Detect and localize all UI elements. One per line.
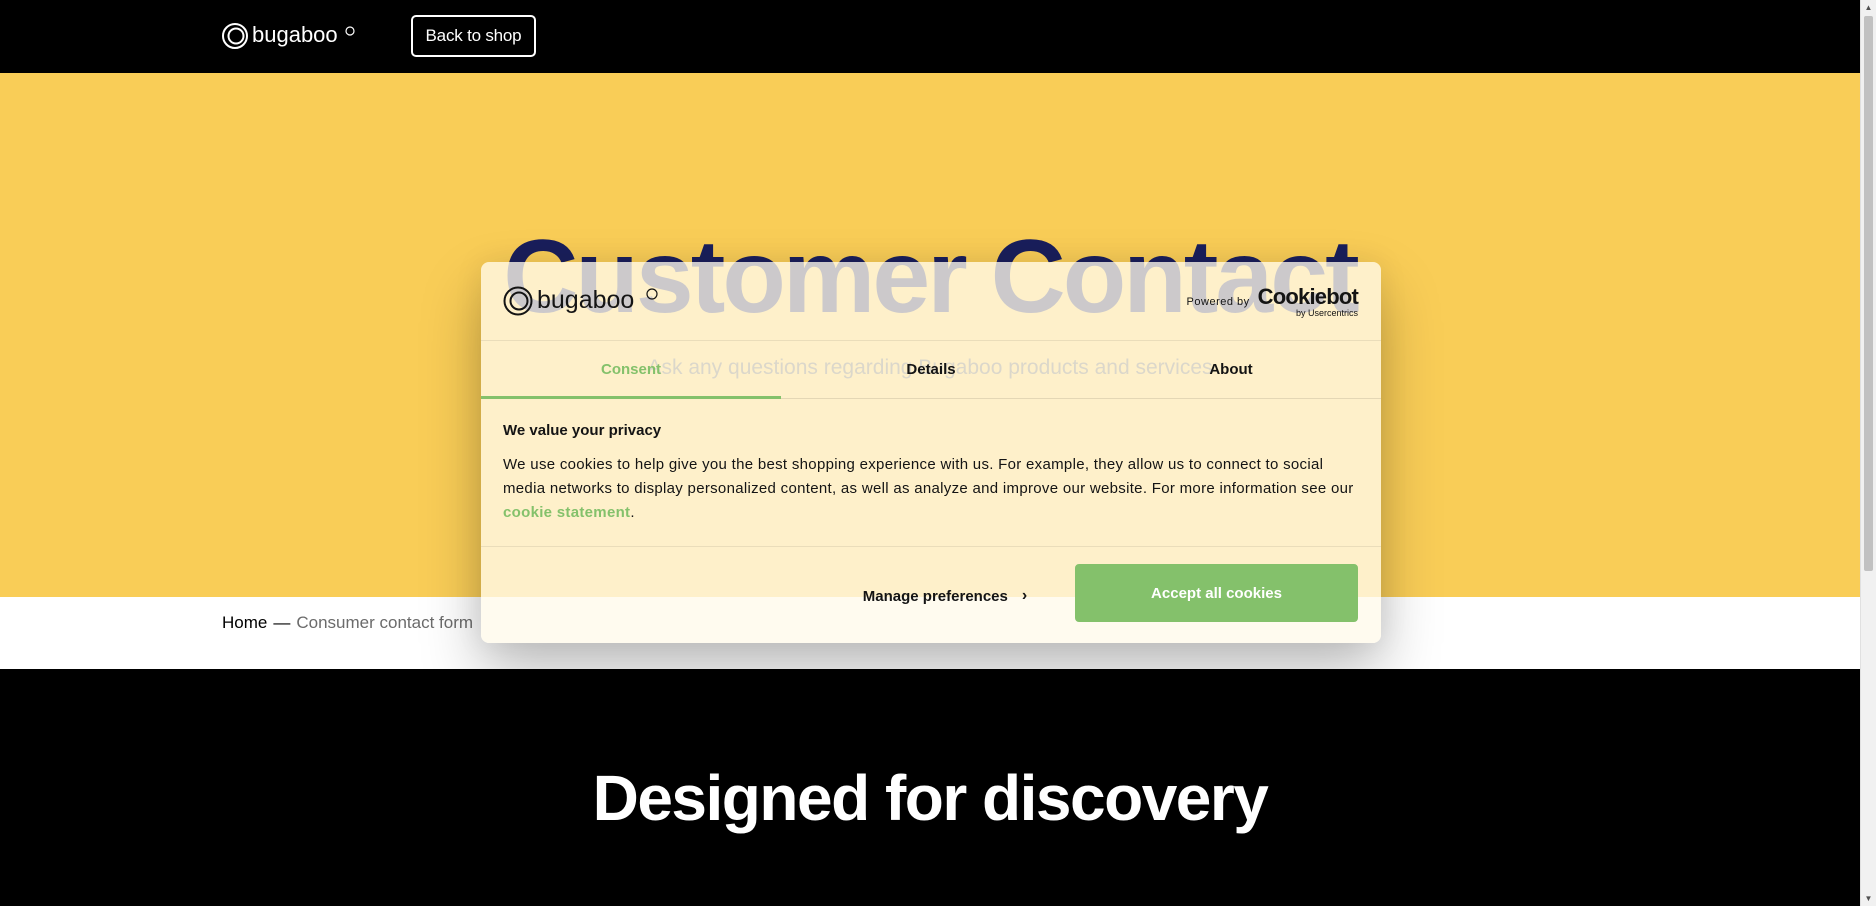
- chevron-right-icon: ›: [1021, 587, 1028, 604]
- cookiebot-logo: Cookiebot by Usercentrics: [1257, 284, 1359, 318]
- svg-text:bugaboo: bugaboo: [252, 22, 338, 47]
- accept-all-cookies-button[interactable]: Accept all cookies: [1075, 564, 1358, 622]
- bugaboo-logo-icon: bugaboo: [222, 22, 355, 49]
- top-navbar: bugaboo Back to shop: [0, 0, 1860, 73]
- breadcrumb: Home — Consumer contact form: [222, 613, 473, 633]
- dialog-tabs: Consent Details About: [481, 340, 1381, 399]
- page-scrollbar[interactable]: ▲ ▼: [1860, 0, 1876, 906]
- bugaboo-logo[interactable]: bugaboo: [222, 20, 356, 52]
- dialog-body: We value your privacy We use cookies to …: [503, 422, 1359, 525]
- section-title: Designed for discovery: [592, 762, 1269, 834]
- breadcrumb-home-link[interactable]: Home: [222, 613, 267, 633]
- dialog-header: bugaboo Powered by Cookiebot by Usercent…: [481, 262, 1381, 341]
- scroll-down-icon[interactable]: ▼: [1861, 891, 1876, 906]
- cookiebot-subtitle: by Usercentrics: [1295, 308, 1358, 318]
- powered-by-label: Powered by: [1186, 296, 1250, 308]
- svg-text:bugaboo: bugaboo: [537, 286, 634, 314]
- manage-preferences-button[interactable]: Manage preferences ›: [815, 567, 1075, 625]
- bugaboo-logo-icon: bugaboo: [503, 286, 658, 316]
- manage-preferences-label: Manage preferences: [862, 587, 1008, 605]
- powered-by-cookiebot[interactable]: Powered by Cookiebot by Usercentrics: [1186, 284, 1359, 318]
- breadcrumb-separator: —: [273, 613, 291, 632]
- tab-consent[interactable]: Consent: [481, 340, 781, 399]
- scroll-up-icon[interactable]: ▲: [1861, 0, 1876, 15]
- scrollbar-thumb[interactable]: [1864, 16, 1873, 571]
- discovery-section: Designed for discovery: [0, 669, 1860, 906]
- back-to-shop-button[interactable]: Back to shop: [411, 15, 536, 57]
- cookie-consent-dialog: bugaboo Powered by Cookiebot by Usercent…: [481, 262, 1381, 643]
- cookie-statement-link[interactable]: cookie statement: [503, 504, 630, 521]
- tab-about[interactable]: About: [1081, 340, 1381, 398]
- tab-details[interactable]: Details: [781, 340, 1081, 398]
- privacy-heading: We value your privacy: [503, 422, 662, 439]
- dialog-actions: Manage preferences › Accept all cookies: [481, 546, 1381, 643]
- privacy-text: We use cookies to help give you the best…: [503, 453, 1359, 525]
- privacy-text-main: We use cookies to help give you the best…: [503, 456, 1354, 497]
- cookiebot-wordmark: Cookiebot: [1257, 284, 1359, 309]
- dialog-bugaboo-logo: bugaboo: [503, 284, 659, 321]
- breadcrumb-current: Consumer contact form: [296, 613, 474, 632]
- privacy-text-end: .: [630, 504, 635, 521]
